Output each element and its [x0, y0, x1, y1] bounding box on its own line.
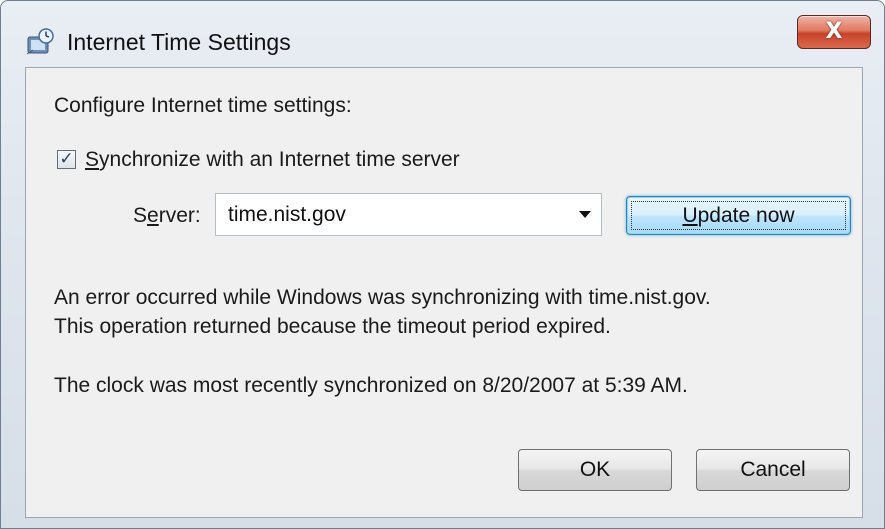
title-bar[interactable]: Internet Time Settings X — [1, 1, 884, 67]
sync-label-access-key: S — [85, 148, 100, 171]
server-label: Server: — [133, 204, 201, 228]
server-label-rest: rver: — [158, 204, 201, 227]
update-label-access-key: U — [682, 203, 698, 227]
dialog-window: Internet Time Settings X Configure Inter… — [0, 0, 885, 529]
cancel-button[interactable]: Cancel — [696, 449, 850, 491]
chevron-down-icon[interactable] — [579, 211, 591, 218]
clock-globe-icon — [26, 28, 54, 55]
sync-checkbox[interactable]: ✓ — [57, 150, 76, 169]
error-message-line-2: This operation returned because the time… — [54, 315, 611, 338]
checkmark-icon: ✓ — [59, 149, 74, 169]
update-now-button[interactable]: Update now — [626, 196, 851, 235]
server-combobox[interactable]: time.nist.gov — [215, 193, 602, 236]
window-title: Internet Time Settings — [67, 29, 291, 55]
server-label-first: S — [133, 204, 148, 227]
sync-checkbox-label[interactable]: Synchronize with an Internet time server — [85, 148, 460, 172]
close-button[interactable]: X — [797, 15, 871, 49]
ok-button[interactable]: OK — [518, 449, 672, 491]
dialog-content: Configure Internet time settings: ✓ Sync… — [25, 67, 863, 518]
update-label-rest: pdate now — [697, 203, 795, 227]
update-now-label: Update now — [682, 204, 794, 228]
error-message-line-1: An error occurred while Windows was sync… — [54, 286, 711, 309]
settings-heading: Configure Internet time settings: — [54, 94, 352, 117]
server-combobox-value: time.nist.gov — [228, 203, 346, 226]
sync-label-rest: ynchronize with an Internet time server — [99, 148, 460, 171]
last-sync-message: The clock was most recently synchronized… — [54, 374, 688, 397]
close-icon: X — [825, 19, 843, 44]
server-label-access-key: e — [147, 204, 159, 227]
